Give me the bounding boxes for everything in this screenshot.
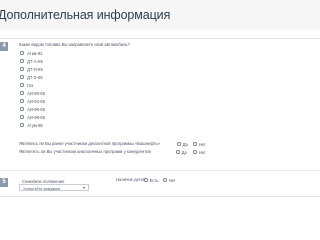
radio-icon[interactable] [193, 150, 197, 154]
chevron-down-icon [83, 186, 85, 189]
yes-label: Да [181, 149, 187, 155]
marital-status-select[interactable]: Холост/Не замужем [19, 184, 89, 191]
radio-icon[interactable] [20, 115, 24, 119]
children-label: Наличие детей [116, 177, 146, 182]
fuel-option-label: Газ [27, 82, 34, 88]
fuel-option[interactable]: Газ [20, 81, 45, 89]
fuel-option[interactable]: Атум-95 [20, 121, 45, 129]
competitor-no-option[interactable]: Нет [193, 150, 206, 155]
radio-icon[interactable] [20, 59, 24, 63]
section-divider [0, 170, 320, 171]
fuel-option-label: АИ-98-К5 [27, 114, 46, 120]
children-no-option[interactable]: Нет [163, 178, 176, 183]
fuel-option[interactable]: АИ-98-К5 [20, 113, 45, 121]
fuel-option[interactable]: Аткм-92 [20, 49, 45, 57]
yes-label: Есть [149, 177, 159, 183]
radio-icon[interactable] [20, 123, 24, 127]
radio-icon[interactable] [20, 99, 24, 103]
competitor-program-question: Являетесь ли Вы участником аналогичных п… [19, 149, 151, 154]
children-yes-option[interactable]: Есть [144, 178, 159, 183]
no-label: Нет [168, 177, 176, 183]
fuel-option-label: Аткм-92 [27, 50, 43, 56]
discount-yes-option[interactable]: Да [177, 142, 188, 147]
discount-no-option[interactable]: Нет [193, 142, 206, 147]
fuel-option[interactable]: АИ-95-К5 [20, 105, 45, 113]
radio-icon[interactable] [20, 91, 24, 95]
radio-icon[interactable] [20, 51, 24, 55]
radio-icon[interactable] [20, 83, 24, 87]
no-label: Нет [198, 149, 206, 155]
fuel-option-label: ДТ-З-К5 [27, 74, 43, 80]
radio-icon[interactable] [20, 67, 24, 71]
fuel-option[interactable]: АИ-92-К5 [20, 97, 45, 105]
fuel-option[interactable]: АИ-80-К5 [20, 89, 45, 97]
radio-icon[interactable] [193, 142, 197, 146]
fuel-option[interactable]: ДТ-Л-К5 [20, 65, 45, 73]
section-divider [0, 196, 320, 197]
radio-icon[interactable] [176, 150, 180, 154]
fuel-option-label: АИ-80-К5 [27, 90, 46, 96]
fuel-option-label: АИ-92-К5 [27, 98, 46, 104]
radio-icon[interactable] [20, 107, 24, 111]
step-badge: 4 [0, 42, 8, 51]
radio-icon[interactable] [177, 142, 181, 146]
page-header: Дополнительная информация [0, 0, 320, 30]
page-title: Дополнительная информация [0, 8, 171, 22]
fuel-options: Аткм-92 ДТ-А-К5 ДТ-Л-К5 ДТ-З-К5 Газ АИ-8… [20, 49, 45, 129]
fuel-question: Какие видом топлива Вы заправляете свой … [19, 42, 130, 47]
fuel-option[interactable]: ДТ-З-К5 [20, 73, 45, 81]
radio-icon[interactable] [144, 178, 148, 182]
marital-status-value: Холост/Не замужем [23, 186, 61, 191]
fuel-option-label: АИ-95-К5 [27, 106, 46, 112]
fuel-option-label: ДТ-Л-К5 [27, 66, 43, 72]
yes-label: Да [182, 141, 188, 147]
radio-icon[interactable] [163, 178, 167, 182]
fuel-option-label: ДТ-А-К5 [27, 58, 43, 64]
no-label: Нет [198, 141, 206, 147]
fuel-option[interactable]: ДТ-А-К5 [20, 57, 45, 65]
fuel-option-label: Атум-95 [27, 122, 43, 128]
radio-icon[interactable] [20, 75, 24, 79]
step-badge: 5 [0, 178, 8, 187]
discount-program-question: Являлись ли Вы ранее участником дисконтн… [19, 141, 160, 146]
section-divider [0, 38, 320, 39]
competitor-yes-option[interactable]: Да [176, 150, 187, 155]
page-root: Дополнительная информация 4 Какие видом … [0, 0, 320, 200]
